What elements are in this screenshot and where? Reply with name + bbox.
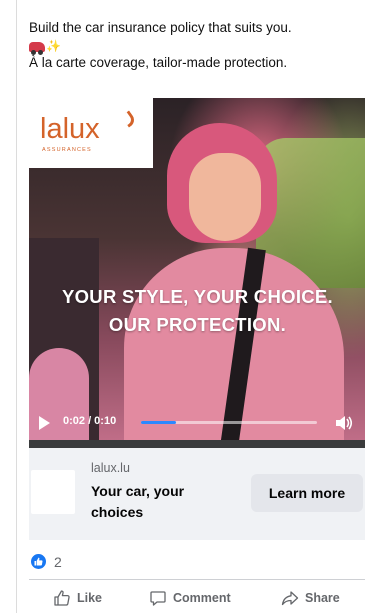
progress-bar[interactable]	[141, 421, 317, 424]
car-emoji-icon	[29, 42, 45, 55]
like-button[interactable]: Like	[53, 586, 102, 610]
comment-button[interactable]: Comment	[149, 586, 231, 610]
learn-more-button[interactable]: Learn more	[251, 474, 363, 512]
like-reaction-icon	[31, 554, 46, 569]
caption-line-1: Build the car insurance policy that suit…	[29, 20, 292, 35]
comment-icon	[150, 591, 166, 606]
cta-thumbnail	[31, 470, 75, 514]
cta-title[interactable]: Your car, your choices	[91, 481, 221, 523]
video-player[interactable]: lalux ASSURANCES YOUR STYLE, YOUR CHOICE…	[29, 98, 365, 448]
video-headline-1: YOUR STYLE, YOUR CHOICE.	[61, 286, 334, 307]
video-controls: 0:02 / 0:10	[29, 408, 365, 438]
cta-card[interactable]: lalux.lu Your car, your choices Learn mo…	[29, 448, 365, 540]
reaction-count: 2	[54, 554, 62, 570]
logo-wordmark: lalux	[40, 113, 100, 145]
share-icon	[281, 591, 299, 606]
progress-fill	[141, 421, 177, 424]
cta-domain: lalux.lu	[91, 461, 130, 475]
share-label: Share	[305, 591, 340, 605]
logo-mark-icon	[120, 110, 138, 128]
caption-line-2: À la carte coverage, tailor-made protect…	[29, 55, 288, 70]
comment-label: Comment	[173, 591, 231, 605]
like-label: Like	[77, 591, 103, 605]
video-bottom-strip	[29, 440, 365, 448]
post-caption: Build the car insurance policy that suit…	[29, 18, 359, 72]
video-time: 0:02 / 0:10	[63, 415, 117, 427]
thumbs-up-icon	[54, 590, 70, 606]
driver-face	[189, 153, 261, 241]
ad-post: Build the car insurance policy that suit…	[16, 0, 365, 613]
volume-icon[interactable]	[335, 415, 353, 431]
brand-logo: lalux ASSURANCES	[29, 98, 153, 168]
share-button[interactable]: Share	[281, 586, 340, 610]
video-headline-2: OUR PROTECTION.	[108, 314, 287, 335]
logo-subtitle: ASSURANCES	[42, 147, 92, 153]
divider	[29, 579, 365, 580]
action-bar: Like Comment Share	[29, 586, 365, 610]
play-icon[interactable]	[39, 416, 50, 430]
